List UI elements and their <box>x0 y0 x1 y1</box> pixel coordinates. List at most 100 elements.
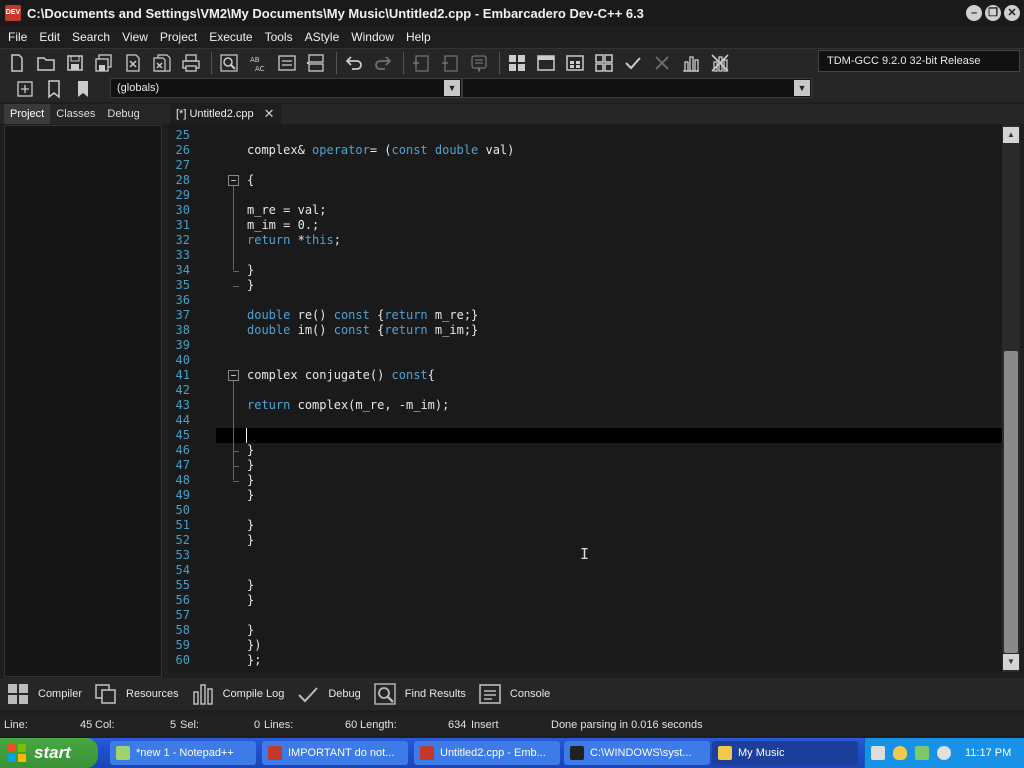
profile-button[interactable] <box>678 51 704 75</box>
close-file-button[interactable] <box>120 51 146 75</box>
menu-view[interactable]: View <box>116 26 154 48</box>
rebuild-all-button[interactable] <box>591 51 617 75</box>
new-project-button[interactable] <box>408 51 434 75</box>
line-number: 46 <box>175 443 190 457</box>
menu-window[interactable]: Window <box>345 26 400 48</box>
code-line[interactable]: } <box>247 473 254 488</box>
scrollbar-thumb[interactable] <box>1004 351 1018 653</box>
code-line[interactable]: } <box>247 458 254 473</box>
fold-collapse-icon[interactable] <box>228 370 239 381</box>
menu-file[interactable]: File <box>2 26 33 48</box>
taskbar-task[interactable]: *new 1 - Notepad++ <box>110 741 256 765</box>
toggle-bookmark-button[interactable] <box>41 77 67 101</box>
editor-vertical-scrollbar[interactable]: ▲ ▼ <box>1002 125 1020 672</box>
taskbar-task[interactable]: C:\WINDOWS\syst... <box>564 741 710 765</box>
goto-bookmark-icon <box>78 81 88 97</box>
project-options-button[interactable] <box>466 51 492 75</box>
save-button[interactable] <box>62 51 88 75</box>
menu-project[interactable]: Project <box>154 26 203 48</box>
code-line[interactable]: } <box>247 278 254 293</box>
code-line[interactable]: complex& operator= (const double val) <box>247 143 514 158</box>
insert-button[interactable] <box>12 77 38 101</box>
code-line[interactable]: } <box>247 578 254 593</box>
tab-classes[interactable]: Classes <box>50 104 101 124</box>
delete-profile-button[interactable] <box>707 51 733 75</box>
class-scope-select[interactable]: (globals) ▼ <box>110 78 462 98</box>
menu-astyle[interactable]: AStyle <box>299 26 346 48</box>
tab-compiler[interactable]: Compiler <box>6 682 82 706</box>
code-line[interactable]: } <box>247 533 254 548</box>
fold-collapse-icon[interactable] <box>228 175 239 186</box>
code-line[interactable]: } <box>247 593 254 608</box>
code-line[interactable]: } <box>247 488 254 503</box>
tab-debug[interactable]: Debug <box>101 104 145 124</box>
security-shield-icon[interactable] <box>893 746 907 760</box>
compile-run-button[interactable] <box>562 51 588 75</box>
taskbar-task[interactable]: Untitled2.cpp - Emb... <box>414 741 560 765</box>
menu-tools[interactable]: Tools <box>259 26 299 48</box>
code-line[interactable]: m_re = val; <box>247 203 327 218</box>
volume-icon[interactable] <box>937 746 951 760</box>
tab-debug-output[interactable]: Debug <box>296 682 361 706</box>
code-line[interactable]: return *this; <box>247 233 341 248</box>
split-view-button[interactable] <box>303 51 329 75</box>
goto-bookmark-button[interactable] <box>70 77 96 101</box>
save-all-button[interactable] <box>91 51 117 75</box>
code-line[interactable]: } <box>247 263 254 278</box>
code-line[interactable]: }) <box>247 638 261 653</box>
goto-line-button[interactable] <box>274 51 300 75</box>
tab-untitled2-cpp[interactable]: [*] Untitled2.cpp ✕ <box>170 104 281 124</box>
minimize-button[interactable]: – <box>966 5 982 21</box>
compile-button[interactable] <box>504 51 530 75</box>
tab-console[interactable]: Console <box>478 682 550 706</box>
code-line[interactable]: double im() const {return m_im;} <box>247 323 478 338</box>
code-line[interactable]: return complex(m_re, -m_im); <box>247 398 449 413</box>
replace-button[interactable]: AB AC <box>245 51 271 75</box>
run-button[interactable] <box>533 51 559 75</box>
restore-button[interactable]: ❐ <box>985 5 1001 21</box>
devcpp-app-icon[interactable]: DEV <box>5 5 21 21</box>
project-browser[interactable] <box>4 125 162 677</box>
syntax-check-button[interactable] <box>620 51 646 75</box>
code-editor[interactable]: 25 26 27 28 29 30 31 32 33 34 35 36 37 38 39 40 41 42 43 44… <box>168 125 1002 672</box>
code-line[interactable]: } <box>247 443 254 458</box>
code-line[interactable]: }; <box>247 653 261 668</box>
close-all-button[interactable] <box>149 51 175 75</box>
menu-edit[interactable]: Edit <box>33 26 66 48</box>
taskbar-task[interactable]: IMPORTANT do not... <box>262 741 408 765</box>
tab-resources[interactable]: Resources <box>94 682 179 706</box>
close-button[interactable]: ✕ <box>1004 5 1020 21</box>
chevron-down-icon[interactable]: ▼ <box>444 80 460 96</box>
redo-button[interactable] <box>370 51 396 75</box>
start-button[interactable]: start <box>0 738 98 768</box>
members-select[interactable]: ▼ <box>462 78 812 98</box>
code-line[interactable]: complex conjugate() const{ <box>247 368 435 383</box>
abort-compilation-button[interactable] <box>649 51 675 75</box>
menu-search[interactable]: Search <box>66 26 116 48</box>
scroll-down-arrow-icon[interactable]: ▼ <box>1003 654 1019 670</box>
menu-execute[interactable]: Execute <box>203 26 258 48</box>
menu-help[interactable]: Help <box>400 26 437 48</box>
compiler-select[interactable]: TDM-GCC 9.2.0 32-bit Release <box>818 50 1020 72</box>
close-tab-icon[interactable]: ✕ <box>264 104 275 124</box>
rebuild-all-icon <box>595 53 613 72</box>
open-button[interactable] <box>33 51 59 75</box>
find-button[interactable] <box>216 51 242 75</box>
remove-file-button[interactable] <box>437 51 463 75</box>
tab-project[interactable]: Project <box>4 104 51 124</box>
keyboard-icon[interactable] <box>871 746 885 760</box>
code-line[interactable]: double re() const {return m_re;} <box>247 308 478 323</box>
scroll-up-arrow-icon[interactable]: ▲ <box>1003 127 1019 143</box>
taskbar-task[interactable]: My Music <box>712 741 858 765</box>
tab-find-results[interactable]: Find Results <box>373 682 466 706</box>
code-line[interactable]: } <box>247 518 254 533</box>
network-icon[interactable] <box>915 746 929 760</box>
code-line[interactable]: } <box>247 623 254 638</box>
code-line[interactable]: { <box>247 173 254 188</box>
code-line[interactable]: m_im = 0.; <box>247 218 319 233</box>
tab-compile-log[interactable]: Compile Log <box>191 682 284 706</box>
undo-button[interactable] <box>341 51 367 75</box>
chevron-down-icon[interactable]: ▼ <box>794 80 810 96</box>
print-button[interactable] <box>178 51 204 75</box>
new-file-button[interactable] <box>4 51 30 75</box>
